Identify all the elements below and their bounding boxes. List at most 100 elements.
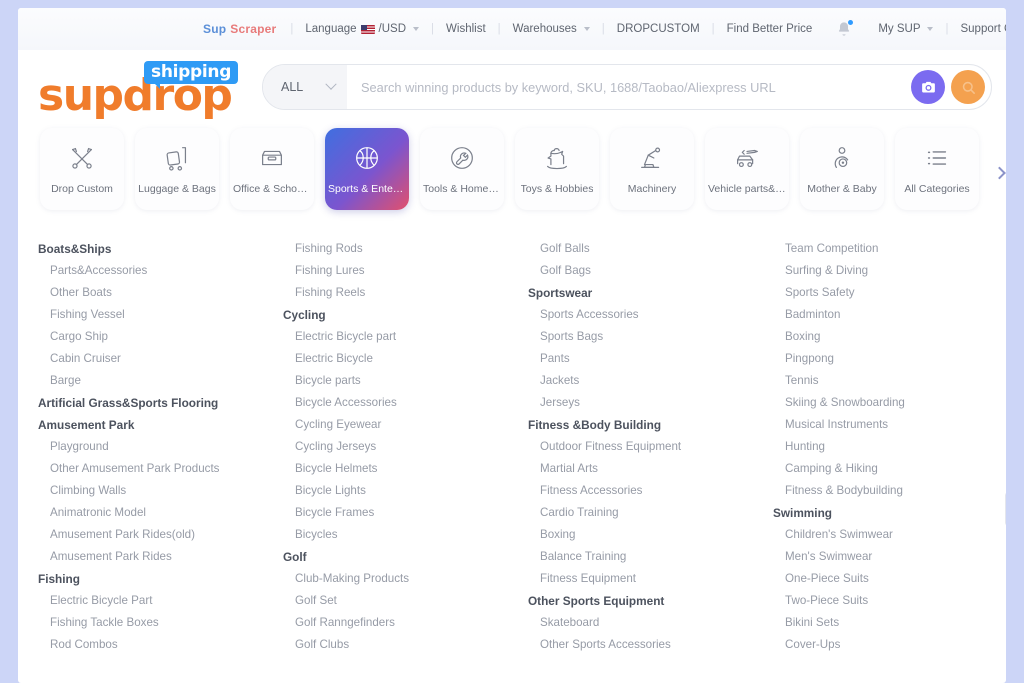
category-tile-office-school[interactable]: Office & School ... — [230, 128, 314, 210]
category-link[interactable]: Badminton — [771, 304, 1006, 326]
category-tile-mother-baby[interactable]: Mother & Baby — [800, 128, 884, 210]
category-link[interactable]: Bicycle Accessories — [281, 392, 526, 414]
chevron-left-icon[interactable] — [18, 166, 20, 180]
category-tile-sports-entertainment[interactable]: Sports & Entert... — [325, 128, 409, 210]
category-link[interactable]: Golf Bags — [526, 260, 771, 282]
warehouses-menu[interactable]: Warehouses — [501, 22, 602, 36]
category-link[interactable]: Fishing Tackle Boxes — [36, 612, 281, 634]
category-link[interactable]: Barge — [36, 370, 281, 392]
category-group-heading[interactable]: Boats&Ships — [36, 238, 281, 260]
category-link[interactable]: Sports Bags — [526, 326, 771, 348]
category-link[interactable]: Golf Ranngefinders — [281, 612, 526, 634]
category-link[interactable]: Fishing Lures — [281, 260, 526, 282]
category-link[interactable]: Cabin Cruiser — [36, 348, 281, 370]
category-link[interactable]: Jerseys — [526, 392, 771, 414]
category-link[interactable]: Jackets — [526, 370, 771, 392]
category-link[interactable]: Playground — [36, 436, 281, 458]
category-link[interactable]: Sports Safety — [771, 282, 1006, 304]
category-tile-luggage-bags[interactable]: Luggage & Bags — [135, 128, 219, 210]
category-tile-vehicle-parts[interactable]: Vehicle parts&A... — [705, 128, 789, 210]
category-link[interactable]: Fitness Accessories — [526, 480, 771, 502]
category-tile-tools-home[interactable]: Tools & Home I... — [420, 128, 504, 210]
category-link[interactable]: Golf Clubs — [281, 634, 526, 656]
category-link[interactable]: Cover-Ups — [771, 634, 1006, 656]
category-group-heading[interactable]: Artificial Grass&Sports Flooring — [36, 392, 281, 414]
category-link[interactable]: Balance Training — [526, 546, 771, 568]
find-better-price-link[interactable]: Find Better Price — [715, 22, 825, 36]
category-link[interactable]: Two-Piece Suits — [771, 590, 1006, 612]
search-submit-button[interactable] — [951, 70, 985, 104]
category-link[interactable]: Rod Combos — [36, 634, 281, 656]
category-link[interactable]: Outdoor Fitness Equipment — [526, 436, 771, 458]
category-link[interactable]: Bicycle parts — [281, 370, 526, 392]
category-link[interactable]: Other Boats — [36, 282, 281, 304]
wishlist-link[interactable]: Wishlist — [434, 22, 498, 36]
category-link[interactable]: Fishing Reels — [281, 282, 526, 304]
category-link[interactable]: Animatronic Model — [36, 502, 281, 524]
category-link[interactable]: Boxing — [771, 326, 1006, 348]
category-link[interactable]: Climbing Walls — [36, 480, 281, 502]
category-link[interactable]: Cycling Jerseys — [281, 436, 526, 458]
category-link[interactable]: Team Competition — [771, 238, 1006, 260]
category-link[interactable]: One-Piece Suits — [771, 568, 1006, 590]
category-link[interactable]: Bicycle Frames — [281, 502, 526, 524]
category-group-heading[interactable]: Sportswear — [526, 282, 771, 304]
category-group-heading[interactable]: Fitness &Body Building — [526, 414, 771, 436]
category-link[interactable]: Fitness & Bodybuilding — [771, 480, 1006, 502]
category-group-heading[interactable]: Other Sports Equipment — [526, 590, 771, 612]
category-group-heading[interactable]: Cycling — [281, 304, 526, 326]
category-link[interactable]: Cargo Ship — [36, 326, 281, 348]
category-tile-machinery[interactable]: Machinery — [610, 128, 694, 210]
category-link[interactable]: Bicycle Helmets — [281, 458, 526, 480]
category-link[interactable]: Boxing — [526, 524, 771, 546]
category-tile-drop-custom[interactable]: Drop Custom — [40, 128, 124, 210]
category-link[interactable]: Other Sports Accessories — [526, 634, 771, 656]
category-group-heading[interactable]: Swimming — [771, 502, 1006, 524]
category-link[interactable]: Hunting — [771, 436, 1006, 458]
category-link[interactable]: Electric Bicycle part — [281, 326, 526, 348]
category-link[interactable]: Children's Swimwear — [771, 524, 1006, 546]
category-link[interactable]: Electric Bicycle Part — [36, 590, 281, 612]
image-search-button[interactable] — [911, 70, 945, 104]
category-tile-toys-hobbies[interactable]: Toys & Hobbies — [515, 128, 599, 210]
language-selector[interactable]: Language /USD — [293, 22, 431, 36]
category-link[interactable]: Cycling Eyewear — [281, 414, 526, 436]
category-link[interactable]: Amusement Park Rides — [36, 546, 281, 568]
support-center-menu[interactable]: Support Center — [948, 22, 1006, 36]
category-link[interactable]: Bicycles — [281, 524, 526, 546]
category-link[interactable]: Golf Balls — [526, 238, 771, 260]
category-group-heading[interactable]: Fishing — [36, 568, 281, 590]
category-link[interactable]: Pingpong — [771, 348, 1006, 370]
category-link[interactable]: Sports Accessories — [526, 304, 771, 326]
category-link[interactable]: Skiing & Snowboarding — [771, 392, 1006, 414]
supscraper-brand[interactable]: Sup Scraper — [203, 22, 290, 36]
category-link[interactable]: Amusement Park Rides(old) — [36, 524, 281, 546]
notifications-button[interactable] — [824, 20, 866, 37]
my-sup-menu[interactable]: My SUP — [866, 22, 945, 36]
category-link[interactable]: Tennis — [771, 370, 1006, 392]
category-link[interactable]: Fishing Vessel — [36, 304, 281, 326]
category-link[interactable]: Bikini Sets — [771, 612, 1006, 634]
category-link[interactable]: Bicycle Lights — [281, 480, 526, 502]
category-link[interactable]: Camping & Hiking — [771, 458, 1006, 480]
category-link[interactable]: Club-Making Products — [281, 568, 526, 590]
category-link[interactable]: Musical Instruments — [771, 414, 1006, 436]
category-group-heading[interactable]: Amusement Park — [36, 414, 281, 436]
category-link[interactable]: Other Amusement Park Products — [36, 458, 281, 480]
category-link[interactable]: Surfing & Diving — [771, 260, 1006, 282]
search-input[interactable] — [347, 79, 911, 95]
category-link[interactable]: Pants — [526, 348, 771, 370]
category-link[interactable]: Parts&Accessories — [36, 260, 281, 282]
vertical-scrollbar-thumb[interactable] — [1005, 492, 1006, 526]
category-link[interactable]: Fishing Rods — [281, 238, 526, 260]
category-link[interactable]: Cardio Training — [526, 502, 771, 524]
dropcustom-link[interactable]: DROPCUSTOM — [605, 22, 712, 36]
category-link[interactable]: Martial Arts — [526, 458, 771, 480]
category-tile-all-categories[interactable]: All Categories — [895, 128, 979, 210]
category-link[interactable]: Skateboard — [526, 612, 771, 634]
category-link[interactable]: Golf Set — [281, 590, 526, 612]
category-group-heading[interactable]: Golf — [281, 546, 526, 568]
category-link[interactable]: Electric Bicycle — [281, 348, 526, 370]
supdrop-logo[interactable]: supdrop shipping — [38, 58, 239, 121]
category-link[interactable]: Men's Swimwear — [771, 546, 1006, 568]
